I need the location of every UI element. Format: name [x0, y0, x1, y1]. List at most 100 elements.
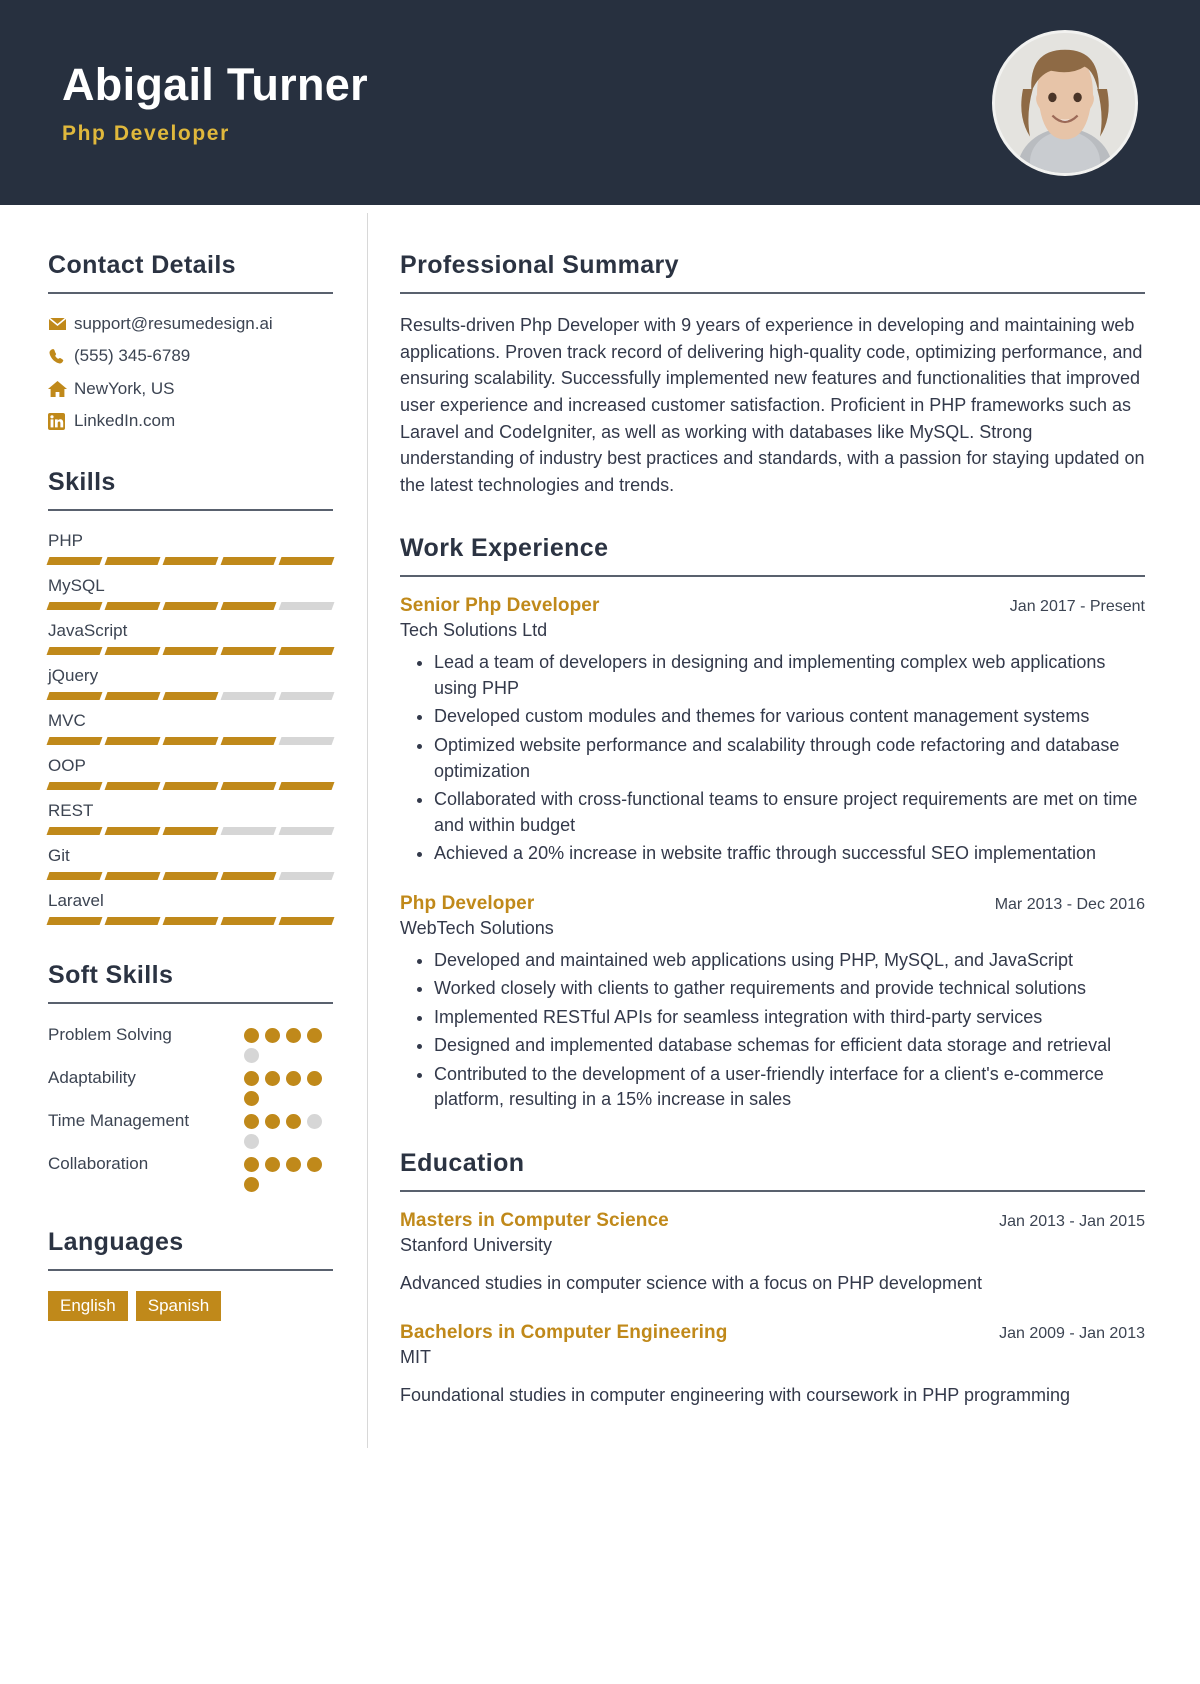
- contact-phone-text: (555) 345-6789: [74, 346, 191, 366]
- skill-bar-segment: [104, 601, 161, 610]
- education-date-range: Jan 2009 - Jan 2013: [999, 1325, 1145, 1343]
- work-experience-title: Work Experience: [400, 534, 609, 563]
- soft-skill-rating: [244, 1110, 332, 1149]
- job-bullet: Contributed to the development of a user…: [434, 1062, 1145, 1113]
- contact-details-title: Contact Details: [48, 251, 236, 279]
- skill-bar-segment: [162, 916, 219, 925]
- soft-skill-row: Adaptability: [48, 1067, 333, 1106]
- resume-page: Abigail Turner Php Developer Contact Det…: [0, 0, 1200, 1684]
- skill-level-bar: [46, 916, 335, 925]
- contact-item-location[interactable]: NewYork, US: [48, 379, 333, 399]
- rating-dot: [265, 1070, 280, 1086]
- skill-bar-segment: [278, 826, 335, 835]
- skill-item: Laravel: [46, 890, 335, 925]
- entry-header: Php Developer Mar 2013 - Dec 2016: [400, 893, 1145, 915]
- soft-skill-name: Adaptability: [48, 1067, 136, 1087]
- skill-bar-segment: [104, 691, 161, 700]
- sidebar: Contact Details support@resumedesign.ai …: [0, 205, 367, 1448]
- skill-bar-segment: [46, 871, 103, 880]
- contact-item-email[interactable]: support@resumedesign.ai: [48, 314, 333, 334]
- rating-dot: [244, 1090, 259, 1106]
- soft-skill-name: Collaboration: [48, 1153, 149, 1173]
- skill-bar-segment: [46, 646, 103, 655]
- skill-bar-segment: [104, 871, 161, 880]
- section-divider: [400, 575, 1145, 578]
- skill-bar-segment: [278, 556, 335, 565]
- skill-bar-segment: [220, 691, 277, 700]
- section-languages: Languages English Spanish: [48, 1228, 333, 1322]
- contact-item-phone[interactable]: (555) 345-6789: [48, 346, 333, 366]
- section-skills: Skills PHP MySQL JavaScript jQuery MVC OOP RES…: [46, 468, 335, 925]
- job-bullet: Achieved a 20% increase in website traff…: [434, 841, 1145, 867]
- languages-title: Languages: [48, 1227, 184, 1256]
- skill-bar-segment: [220, 601, 277, 610]
- rating-dot: [286, 1156, 301, 1172]
- section-soft-skills: Soft Skills Problem Solving Adaptability T…: [48, 961, 333, 1192]
- section-divider: [48, 508, 333, 511]
- skill-bar-segment: [104, 916, 161, 925]
- skill-bar-segment: [104, 556, 161, 565]
- job-bullet: Collaborated with cross-functional teams…: [434, 787, 1145, 838]
- skill-item: PHP: [46, 530, 335, 565]
- skill-name: MySQL: [48, 575, 105, 595]
- soft-skill-rating: [244, 1153, 332, 1192]
- contact-item-linkedin[interactable]: LinkedIn.com: [48, 411, 333, 431]
- contact-linkedin-text: LinkedIn.com: [74, 411, 176, 431]
- rating-dot: [244, 1133, 259, 1149]
- rating-dot: [286, 1027, 301, 1043]
- skill-name: REST: [48, 800, 94, 820]
- skill-bar-segment: [278, 871, 335, 880]
- skill-bar-segment: [104, 781, 161, 790]
- header-job-title: Php Developer: [62, 121, 230, 145]
- skill-bar-segment: [278, 781, 335, 790]
- company-name: Tech Solutions Ltd: [400, 620, 548, 641]
- home-icon: [48, 380, 74, 397]
- resume-header: Abigail Turner Php Developer: [0, 0, 1200, 205]
- education-list: Masters in Computer Science Jan 2013 - Ja…: [400, 1210, 1145, 1408]
- skill-level-bar: [46, 556, 335, 565]
- professional-summary-text: Results-driven Php Developer with 9 year…: [400, 315, 1145, 495]
- skill-name: jQuery: [48, 665, 99, 685]
- skill-bar-segment: [278, 601, 335, 610]
- skill-level-bar: [46, 646, 335, 655]
- education-entry: Masters in Computer Science Jan 2013 - Ja…: [400, 1210, 1145, 1296]
- section-divider: [48, 1268, 333, 1271]
- skill-item: OOP: [46, 756, 335, 790]
- rating-dot: [307, 1027, 322, 1043]
- job-title: Senior Php Developer: [400, 595, 600, 617]
- job-date-range: Mar 2013 - Dec 2016: [994, 895, 1145, 913]
- skill-bar-segment: [104, 646, 161, 655]
- soft-skills-title: Soft Skills: [48, 960, 174, 989]
- skill-bar-segment: [46, 736, 103, 745]
- email-icon: [48, 317, 74, 331]
- language-tag: Spanish: [135, 1290, 222, 1322]
- entry-header: Senior Php Developer Jan 2017 - Present: [400, 595, 1145, 617]
- rating-dot: [307, 1156, 322, 1172]
- skill-name: PHP: [48, 530, 83, 550]
- skill-bar-segment: [278, 916, 335, 925]
- school-name: Stanford University: [400, 1235, 553, 1256]
- section-work-experience: Work Experience Senior Php Developer Jan …: [400, 534, 1145, 1113]
- section-professional-summary: Professional Summary Results-driven Php …: [400, 251, 1145, 498]
- work-experience-entry: Senior Php Developer Jan 2017 - Present Te…: [400, 595, 1145, 866]
- skill-item: MVC: [46, 711, 335, 745]
- rating-dot: [244, 1070, 259, 1086]
- skill-bar-segment: [220, 736, 277, 745]
- rating-dot: [265, 1156, 280, 1172]
- rating-dot: [244, 1027, 259, 1043]
- skill-bar-segment: [162, 736, 219, 745]
- rating-dot: [265, 1113, 280, 1129]
- skill-bar-segment: [46, 691, 103, 700]
- avatar-photo-icon: [995, 32, 1135, 173]
- skill-bar-segment: [220, 871, 277, 880]
- professional-summary-title: Professional Summary: [400, 251, 679, 279]
- entry-header: Masters in Computer Science Jan 2013 - Ja…: [400, 1210, 1145, 1232]
- rating-dot: [244, 1156, 259, 1172]
- skill-name: Laravel: [48, 890, 104, 910]
- job-bullet: Implemented RESTful APIs for seamless in…: [434, 1005, 1145, 1031]
- education-date-range: Jan 2013 - Jan 2015: [999, 1213, 1145, 1231]
- section-divider: [48, 1001, 333, 1004]
- job-date-range: Jan 2017 - Present: [1009, 598, 1145, 616]
- skill-bar-segment: [162, 691, 219, 700]
- rating-dot: [286, 1113, 301, 1129]
